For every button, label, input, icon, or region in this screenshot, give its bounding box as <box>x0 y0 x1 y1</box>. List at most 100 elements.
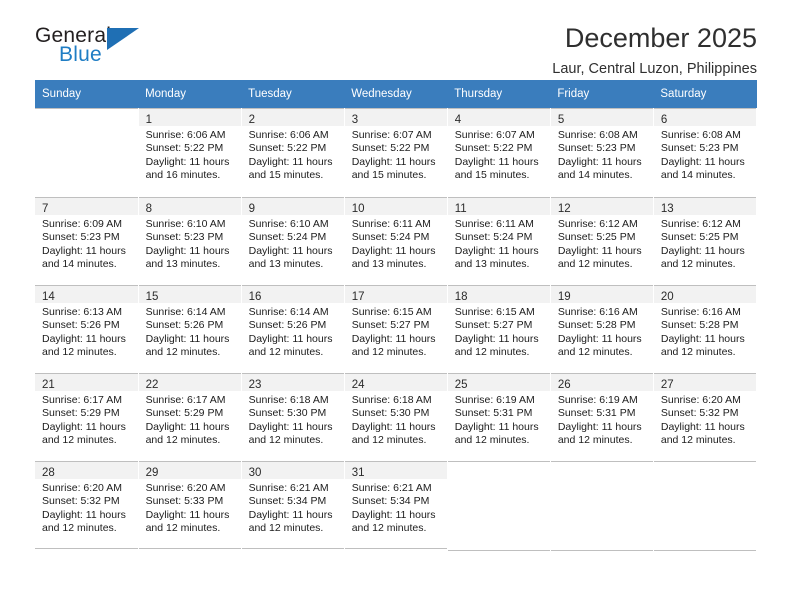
sunrise-text: Sunrise: 6:12 AM <box>660 218 741 230</box>
day-number: 4 <box>454 114 462 126</box>
day-cell[interactable]: 20 Sunrise: 6:16 AM Sunset: 5:28 PM Dayl… <box>653 285 756 373</box>
day-info: Sunrise: 6:07 AM Sunset: 5:22 PM Dayligh… <box>345 126 447 183</box>
calendar-cell[interactable]: 15 Sunrise: 6:14 AM Sunset: 5:26 PM Dayl… <box>138 285 242 373</box>
day-cell[interactable]: 29 Sunrise: 6:20 AM Sunset: 5:33 PM Dayl… <box>138 461 241 549</box>
day-cell[interactable]: 19 Sunrise: 6:16 AM Sunset: 5:28 PM Dayl… <box>550 285 653 373</box>
day-cell[interactable]: 14 Sunrise: 6:13 AM Sunset: 5:26 PM Dayl… <box>35 285 138 373</box>
day-cell[interactable]: 7 Sunrise: 6:09 AM Sunset: 5:23 PM Dayli… <box>35 197 138 285</box>
day-cell[interactable]: 4 Sunrise: 6:07 AM Sunset: 5:22 PM Dayli… <box>447 108 550 196</box>
day-cell[interactable]: 17 Sunrise: 6:15 AM Sunset: 5:27 PM Dayl… <box>344 285 447 373</box>
calendar-cell[interactable]: 23 Sunrise: 6:18 AM Sunset: 5:30 PM Dayl… <box>241 373 345 461</box>
calendar-cell[interactable]: 11 Sunrise: 6:11 AM Sunset: 5:24 PM Dayl… <box>447 197 551 285</box>
calendar-cell[interactable]: 28 Sunrise: 6:20 AM Sunset: 5:32 PM Dayl… <box>35 461 139 551</box>
daylight-text-line2: and 12 minutes. <box>660 434 736 447</box>
calendar-cell[interactable]: 27 Sunrise: 6:20 AM Sunset: 5:32 PM Dayl… <box>653 373 758 461</box>
sunset-text: Sunset: 5:25 PM <box>660 231 739 244</box>
calendar-cell[interactable]: 17 Sunrise: 6:15 AM Sunset: 5:27 PM Dayl… <box>344 285 448 373</box>
day-cell[interactable]: 26 Sunrise: 6:19 AM Sunset: 5:31 PM Dayl… <box>550 373 653 461</box>
sunset-text: Sunset: 5:31 PM <box>557 407 636 420</box>
day-cell[interactable]: 10 Sunrise: 6:11 AM Sunset: 5:24 PM Dayl… <box>344 197 447 285</box>
calendar-cell[interactable]: 8 Sunrise: 6:10 AM Sunset: 5:23 PM Dayli… <box>138 197 242 285</box>
calendar-body: 1 Sunrise: 6:06 AM Sunset: 5:22 PM Dayli… <box>35 108 758 551</box>
calendar-cell[interactable]: 31 Sunrise: 6:21 AM Sunset: 5:34 PM Dayl… <box>344 461 448 551</box>
sunset-text: Sunset: 5:23 PM <box>145 231 224 244</box>
day-cell[interactable]: 18 Sunrise: 6:15 AM Sunset: 5:27 PM Dayl… <box>447 285 550 373</box>
calendar-cell[interactable]: 3 Sunrise: 6:07 AM Sunset: 5:22 PM Dayli… <box>344 108 448 197</box>
calendar-cell[interactable]: 9 Sunrise: 6:10 AM Sunset: 5:24 PM Dayli… <box>241 197 345 285</box>
day-number-bar: 14 <box>35 286 138 303</box>
daylight-text-line1: Daylight: 11 hours <box>660 420 745 433</box>
calendar-cell[interactable]: 24 Sunrise: 6:18 AM Sunset: 5:30 PM Dayl… <box>344 373 448 461</box>
day-number-bar: 15 <box>138 286 241 303</box>
calendar-cell[interactable]: 18 Sunrise: 6:15 AM Sunset: 5:27 PM Dayl… <box>447 285 551 373</box>
daylight-text-line1: Daylight: 11 hours <box>557 420 642 433</box>
day-info: Sunrise: 6:13 AM Sunset: 5:26 PM Dayligh… <box>35 303 138 360</box>
daylight-text-line2: and 12 minutes. <box>351 522 427 535</box>
calendar-cell[interactable]: 30 Sunrise: 6:21 AM Sunset: 5:34 PM Dayl… <box>241 461 345 551</box>
daylight-text-line2: and 12 minutes. <box>248 346 324 359</box>
calendar-cell[interactable]: 29 Sunrise: 6:20 AM Sunset: 5:33 PM Dayl… <box>138 461 242 551</box>
sunrise-sunset-calendar: Sunday Monday Tuesday Wednesday Thursday… <box>35 80 758 551</box>
daylight-text-line1: Daylight: 11 hours <box>454 332 539 345</box>
calendar-cell[interactable]: 1 Sunrise: 6:06 AM Sunset: 5:22 PM Dayli… <box>138 108 242 197</box>
calendar-cell[interactable]: 14 Sunrise: 6:13 AM Sunset: 5:26 PM Dayl… <box>35 285 139 373</box>
calendar-cell[interactable]: 22 Sunrise: 6:17 AM Sunset: 5:29 PM Dayl… <box>138 373 242 461</box>
weekday-header-row: Sunday Monday Tuesday Wednesday Thursday… <box>35 80 757 108</box>
day-number: 14 <box>42 291 55 303</box>
calendar-cell[interactable]: 7 Sunrise: 6:09 AM Sunset: 5:23 PM Dayli… <box>35 197 139 285</box>
calendar-cell[interactable]: 26 Sunrise: 6:19 AM Sunset: 5:31 PM Dayl… <box>550 373 654 461</box>
calendar-cell[interactable]: 5 Sunrise: 6:08 AM Sunset: 5:23 PM Dayli… <box>550 108 654 197</box>
day-cell[interactable]: 12 Sunrise: 6:12 AM Sunset: 5:25 PM Dayl… <box>550 197 653 285</box>
day-cell[interactable]: 2 Sunrise: 6:06 AM Sunset: 5:22 PM Dayli… <box>241 108 344 196</box>
calendar-cell[interactable]: 21 Sunrise: 6:17 AM Sunset: 5:29 PM Dayl… <box>35 373 139 461</box>
calendar-cell[interactable]: 25 Sunrise: 6:19 AM Sunset: 5:31 PM Dayl… <box>447 373 551 461</box>
calendar-cell[interactable]: 10 Sunrise: 6:11 AM Sunset: 5:24 PM Dayl… <box>344 197 448 285</box>
weekday-header-saturday: Saturday <box>653 80 757 108</box>
calendar-week-row: 7 Sunrise: 6:09 AM Sunset: 5:23 PM Dayli… <box>35 197 758 285</box>
day-cell[interactable]: 27 Sunrise: 6:20 AM Sunset: 5:32 PM Dayl… <box>653 373 756 461</box>
calendar-cell[interactable]: 19 Sunrise: 6:16 AM Sunset: 5:28 PM Dayl… <box>550 285 654 373</box>
sunrise-text: Sunrise: 6:20 AM <box>145 482 226 494</box>
day-number-bar: 29 <box>138 462 241 479</box>
calendar-week-row: 1 Sunrise: 6:06 AM Sunset: 5:22 PM Dayli… <box>35 108 758 197</box>
day-cell[interactable]: 21 Sunrise: 6:17 AM Sunset: 5:29 PM Dayl… <box>35 373 138 461</box>
day-info: Sunrise: 6:11 AM Sunset: 5:24 PM Dayligh… <box>448 215 550 272</box>
daylight-text-line1: Daylight: 11 hours <box>248 508 333 521</box>
day-number-bar: 26 <box>550 374 653 391</box>
day-cell[interactable]: 24 Sunrise: 6:18 AM Sunset: 5:30 PM Dayl… <box>344 373 447 461</box>
day-info: Sunrise: 6:19 AM Sunset: 5:31 PM Dayligh… <box>551 391 653 448</box>
day-cell[interactable]: 13 Sunrise: 6:12 AM Sunset: 5:25 PM Dayl… <box>653 197 756 285</box>
day-cell[interactable]: 22 Sunrise: 6:17 AM Sunset: 5:29 PM Dayl… <box>138 373 241 461</box>
day-cell[interactable]: 8 Sunrise: 6:10 AM Sunset: 5:23 PM Dayli… <box>138 197 241 285</box>
sunrise-text: Sunrise: 6:06 AM <box>145 129 226 141</box>
day-cell[interactable]: 5 Sunrise: 6:08 AM Sunset: 5:23 PM Dayli… <box>550 108 653 196</box>
day-cell[interactable]: 3 Sunrise: 6:07 AM Sunset: 5:22 PM Dayli… <box>344 108 447 196</box>
day-info: Sunrise: 6:06 AM Sunset: 5:22 PM Dayligh… <box>242 126 344 183</box>
day-number: 5 <box>557 114 565 126</box>
day-cell[interactable]: 16 Sunrise: 6:14 AM Sunset: 5:26 PM Dayl… <box>241 285 344 373</box>
day-cell[interactable]: 15 Sunrise: 6:14 AM Sunset: 5:26 PM Dayl… <box>138 285 241 373</box>
calendar-cell[interactable]: 20 Sunrise: 6:16 AM Sunset: 5:28 PM Dayl… <box>653 285 758 373</box>
day-cell[interactable]: 25 Sunrise: 6:19 AM Sunset: 5:31 PM Dayl… <box>447 373 550 461</box>
day-cell[interactable]: 1 Sunrise: 6:06 AM Sunset: 5:22 PM Dayli… <box>138 108 241 196</box>
sunrise-text: Sunrise: 6:13 AM <box>42 306 122 318</box>
day-cell[interactable]: 28 Sunrise: 6:20 AM Sunset: 5:32 PM Dayl… <box>35 461 138 549</box>
day-cell[interactable]: 11 Sunrise: 6:11 AM Sunset: 5:24 PM Dayl… <box>447 197 550 285</box>
sunset-text: Sunset: 5:30 PM <box>248 407 327 420</box>
calendar-cell[interactable]: 4 Sunrise: 6:07 AM Sunset: 5:22 PM Dayli… <box>447 108 551 197</box>
day-cell[interactable]: 9 Sunrise: 6:10 AM Sunset: 5:24 PM Dayli… <box>241 197 344 285</box>
day-info: Sunrise: 6:21 AM Sunset: 5:34 PM Dayligh… <box>345 479 447 536</box>
calendar-cell[interactable]: 16 Sunrise: 6:14 AM Sunset: 5:26 PM Dayl… <box>241 285 345 373</box>
day-cell[interactable]: 23 Sunrise: 6:18 AM Sunset: 5:30 PM Dayl… <box>241 373 344 461</box>
calendar-cell[interactable]: 2 Sunrise: 6:06 AM Sunset: 5:22 PM Dayli… <box>241 108 345 197</box>
day-cell[interactable]: 6 Sunrise: 6:08 AM Sunset: 5:23 PM Dayli… <box>653 108 756 196</box>
calendar-week-row: 14 Sunrise: 6:13 AM Sunset: 5:26 PM Dayl… <box>35 285 758 373</box>
day-number: 15 <box>145 291 159 303</box>
day-cell[interactable]: 31 Sunrise: 6:21 AM Sunset: 5:34 PM Dayl… <box>344 461 447 549</box>
calendar-cell[interactable]: 12 Sunrise: 6:12 AM Sunset: 5:25 PM Dayl… <box>550 197 654 285</box>
day-number: 17 <box>351 291 365 303</box>
day-cell[interactable]: 30 Sunrise: 6:21 AM Sunset: 5:34 PM Dayl… <box>241 461 344 549</box>
sunrise-text: Sunrise: 6:10 AM <box>145 218 226 230</box>
calendar-cell[interactable]: 6 Sunrise: 6:08 AM Sunset: 5:23 PM Dayli… <box>653 108 758 197</box>
calendar-cell[interactable]: 13 Sunrise: 6:12 AM Sunset: 5:25 PM Dayl… <box>653 197 758 285</box>
